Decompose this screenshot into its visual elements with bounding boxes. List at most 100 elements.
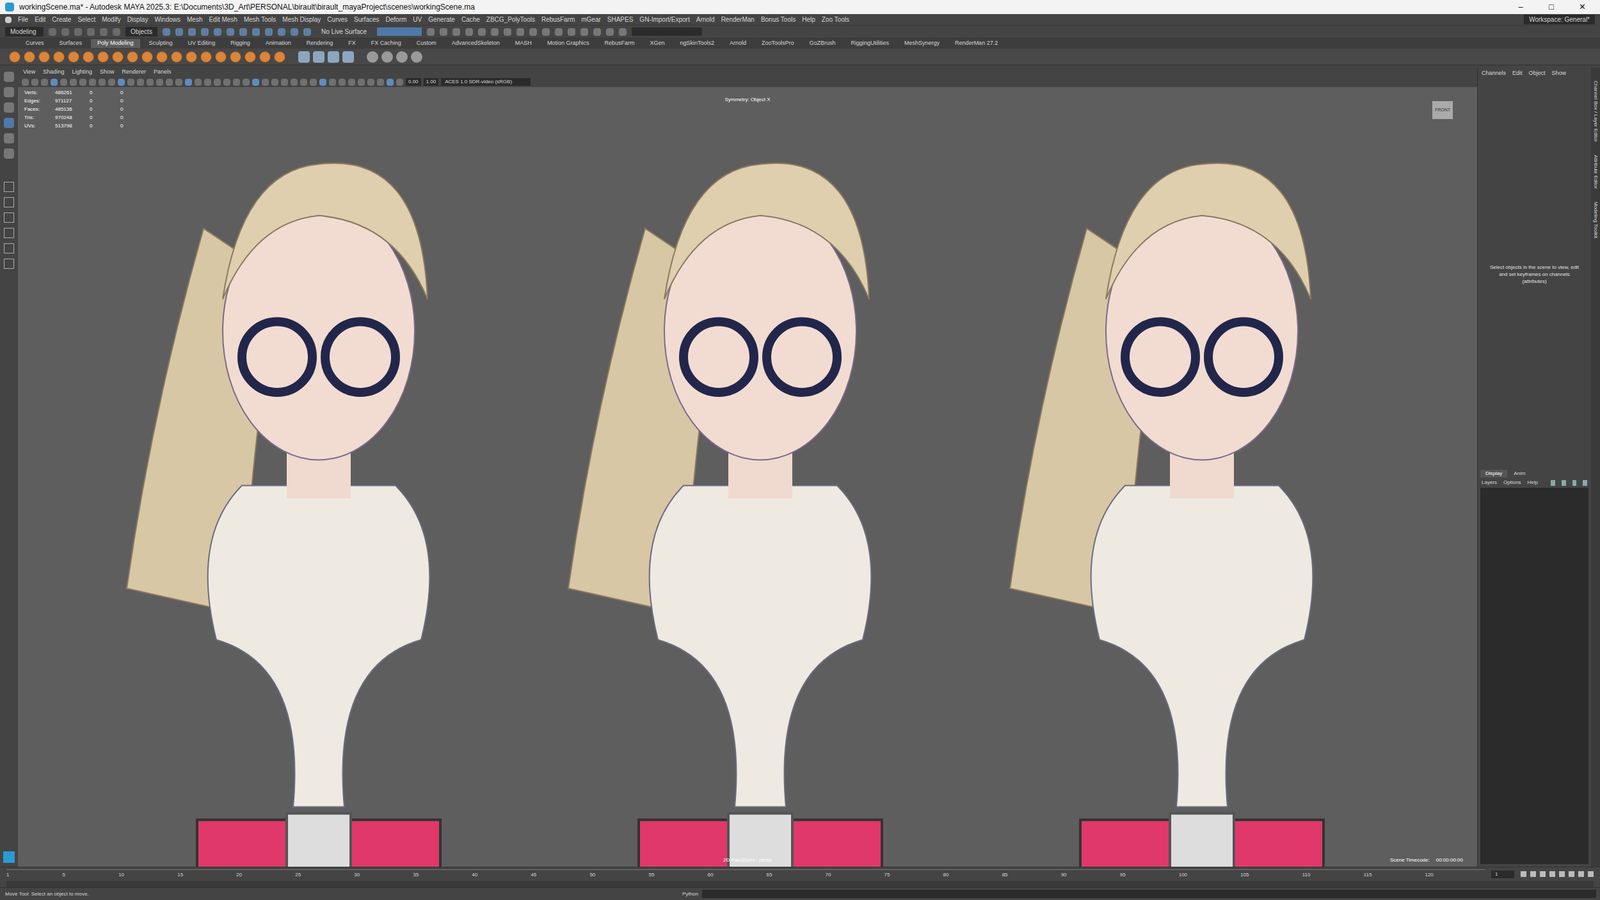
layer-editor-menu[interactable]: Layers	[1481, 478, 1497, 487]
panel-tool-icon[interactable]	[261, 78, 269, 86]
shelf-tab[interactable]: AdvancedSkeleton	[445, 39, 507, 48]
menu-item[interactable]: Zoo Tools	[821, 14, 850, 25]
command-language[interactable]: Python	[678, 890, 703, 898]
menu-item[interactable]: GN-Import/Export	[639, 14, 690, 25]
panel-tool-icon[interactable]	[232, 78, 240, 86]
shelf-tab[interactable]: ZooToolsPro	[755, 39, 801, 48]
workspace-selector[interactable]: Workspace: General*	[1523, 14, 1595, 25]
poly-primitive-icon[interactable]	[82, 51, 95, 63]
tool-icon[interactable]	[3, 71, 15, 82]
poly-primitive-icon[interactable]	[185, 51, 198, 63]
render-tool-icon[interactable]	[490, 28, 499, 36]
panel-menu-item[interactable]: Panels	[153, 67, 172, 77]
shelf-tab[interactable]: MeshSynergy	[897, 39, 946, 48]
panel-tool-icon[interactable]	[348, 78, 356, 86]
menu-item[interactable]: Cache	[461, 14, 480, 25]
panel-tool-icon[interactable]	[136, 78, 144, 86]
shelf-tool-icon[interactable]	[327, 51, 340, 63]
render-tool-icon[interactable]	[452, 28, 461, 36]
panel-tool-icon[interactable]	[194, 78, 202, 86]
panel-tool-icon[interactable]	[396, 78, 404, 86]
menu-item[interactable]: Edit	[34, 14, 46, 25]
shelf-tab[interactable]: RiggingUtilities	[844, 39, 896, 48]
side-tab[interactable]: Attribute Editor	[1591, 154, 1600, 189]
layout-icon[interactable]	[3, 227, 15, 239]
panel-tool-icon[interactable]	[184, 78, 192, 86]
menu-item[interactable]: Edit Mesh	[208, 14, 237, 25]
side-tab[interactable]: Modeling Toolkit	[1591, 201, 1600, 239]
shelf-tab[interactable]: GoZBrush	[803, 39, 843, 48]
shelf-tab[interactable]: Motion Graphics	[540, 39, 596, 48]
layer-editor-menu[interactable]: Options	[1503, 478, 1522, 487]
side-tab[interactable]: Channel Box / Layer Editor	[1591, 80, 1600, 143]
tool-icon[interactable]	[3, 148, 15, 159]
shelf-tool-icon[interactable]	[396, 51, 408, 63]
layer-tool-icon[interactable]	[1550, 480, 1556, 486]
panel-menu-item[interactable]: Renderer	[121, 67, 146, 77]
mode-dropdown[interactable]: Modeling	[5, 26, 44, 37]
menu-item[interactable]: Display	[127, 14, 149, 25]
playback-control-icon[interactable]	[1520, 871, 1527, 877]
window-control[interactable]: □	[1538, 0, 1565, 14]
menu-item[interactable]: Deform	[385, 14, 408, 25]
render-tool-icon[interactable]	[542, 28, 550, 36]
snap-icon[interactable]	[239, 28, 248, 36]
object-field[interactable]	[376, 27, 422, 36]
poly-primitive-icon[interactable]	[156, 51, 168, 63]
menu-item[interactable]: Surfaces	[353, 14, 379, 25]
render-tool-icon[interactable]	[606, 28, 614, 36]
panel-field[interactable]: 0.00	[405, 78, 422, 86]
status-tool-icon[interactable]	[74, 28, 82, 36]
menu-item[interactable]: SHAPES	[607, 14, 634, 25]
render-tool-icon[interactable]	[593, 28, 601, 36]
shelf-tab[interactable]: Custom	[410, 39, 443, 48]
snap-icon[interactable]	[188, 28, 196, 36]
menu-item[interactable]: Create	[51, 14, 72, 25]
poly-primitive-icon[interactable]	[126, 51, 139, 63]
shelf-tab[interactable]: ngSkinTools2	[673, 39, 721, 48]
layout-icon[interactable]	[3, 258, 15, 269]
poly-primitive-icon[interactable]	[229, 51, 242, 63]
command-line-field[interactable]	[702, 889, 1597, 898]
panel-tool-icon[interactable]	[213, 78, 221, 86]
panel-tool-icon[interactable]	[127, 78, 135, 86]
poly-primitive-icon[interactable]	[112, 51, 124, 63]
poly-primitive-icon[interactable]	[170, 51, 183, 63]
status-tool-icon[interactable]	[48, 28, 57, 36]
layout-icon[interactable]	[3, 181, 15, 192]
poly-primitive-icon[interactable]	[215, 51, 227, 63]
panel-tool-icon[interactable]	[146, 78, 154, 86]
panel-tool-icon[interactable]	[319, 78, 327, 86]
menu-item[interactable]: RebusFarm	[541, 14, 575, 25]
shelf-tab[interactable]: Poly Modeling	[90, 39, 141, 48]
status-tool-icon[interactable]	[112, 28, 121, 36]
shelf-tab[interactable]: RebusFarm	[597, 39, 641, 48]
render-tool-icon[interactable]	[503, 28, 512, 36]
panel-tool-icon[interactable]	[69, 78, 77, 86]
viewport[interactable]: Verts:48626100Edges:97112700Faces:485136…	[17, 87, 1478, 867]
time-slider[interactable]: 1510152025303540455055606570758085909510…	[0, 866, 1600, 881]
snap-icon[interactable]	[226, 28, 235, 36]
layer-editor-tab[interactable]: Anim	[1508, 469, 1531, 478]
tool-icon[interactable]	[3, 133, 15, 144]
poly-primitive-icon[interactable]	[8, 51, 21, 63]
color-space-dropdown[interactable]: ACES 1.0 SDR-video (sRGB)	[440, 78, 531, 86]
menu-item[interactable]: Arnold	[696, 14, 715, 25]
shelf-tab[interactable]: Rigging	[224, 39, 257, 48]
menu-item[interactable]: RenderMan	[721, 14, 755, 25]
playback-control-icon[interactable]	[1530, 871, 1536, 877]
poly-primitive-icon[interactable]	[97, 51, 109, 63]
channel-box-menu[interactable]: Channels	[1481, 69, 1506, 79]
panel-tool-icon[interactable]	[79, 78, 87, 86]
panel-tool-icon[interactable]	[357, 78, 365, 86]
panel-menu-item[interactable]: Lighting	[71, 67, 93, 77]
live-surface-field[interactable]: No Live Surface	[316, 26, 372, 37]
shelf-tab[interactable]: FX	[341, 39, 363, 48]
panel-tool-icon[interactable]	[328, 78, 336, 86]
shelf-tab[interactable]: XGen	[643, 39, 671, 48]
snap-icon[interactable]	[162, 28, 171, 36]
poly-primitive-icon[interactable]	[23, 51, 36, 63]
layer-tool-icon[interactable]	[1561, 480, 1567, 486]
panel-tool-icon[interactable]	[367, 78, 375, 86]
render-tool-icon[interactable]	[580, 28, 589, 36]
